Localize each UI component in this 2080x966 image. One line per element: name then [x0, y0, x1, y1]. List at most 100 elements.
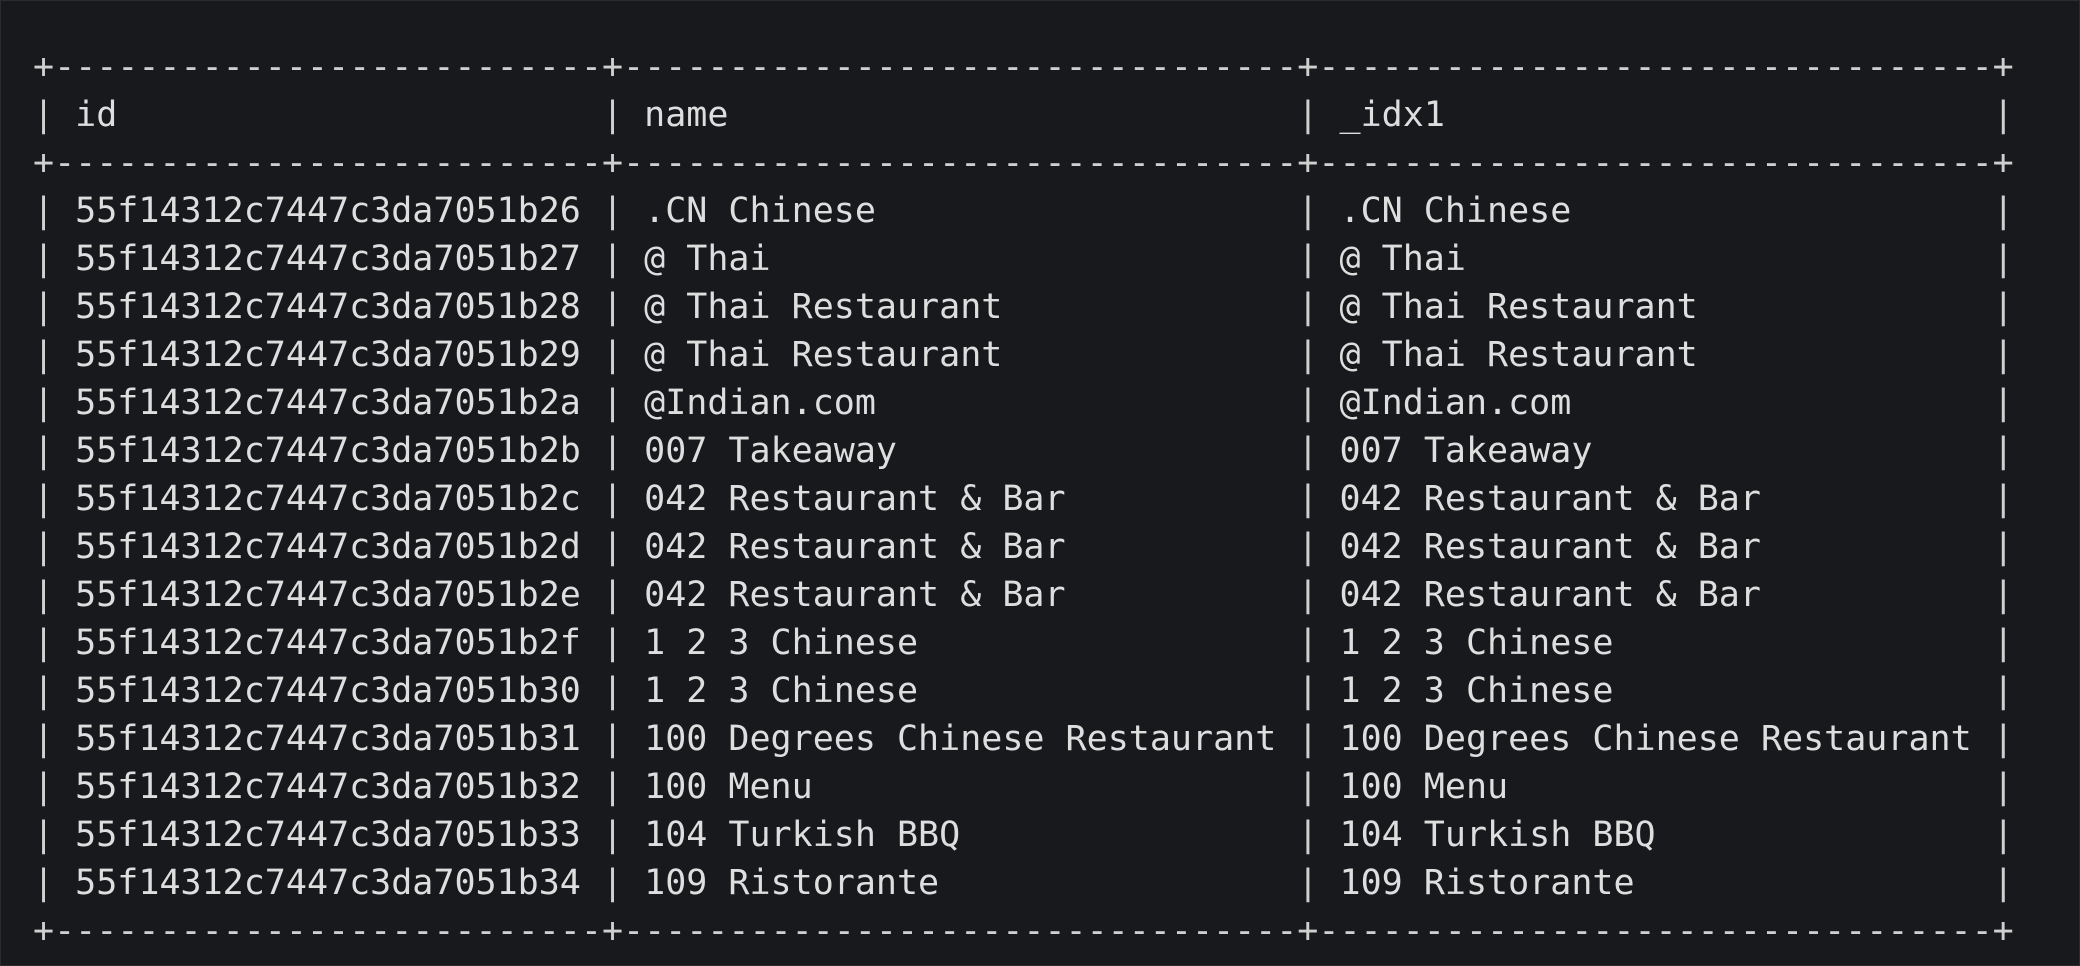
column-separator: | [33, 719, 55, 759]
table-row: | 55f14312c7447c3da7051b2a | @Indian.com… [33, 379, 2014, 427]
column-header-0: id [75, 95, 118, 135]
column-separator: | [1992, 479, 2014, 519]
table-row: | 55f14312c7447c3da7051b2d | 042 Restaur… [33, 523, 2014, 571]
table-row: | 55f14312c7447c3da7051b2c | 042 Restaur… [33, 475, 2014, 523]
column-header-1: name [644, 95, 729, 135]
column-separator: | [1297, 383, 1319, 423]
column-separator: | [601, 95, 624, 135]
table-cell: 1 2 3 Chinese [644, 671, 919, 711]
column-separator: | [1297, 479, 1319, 519]
table-cell: .CN Chinese [1339, 191, 1572, 231]
column-separator: | [33, 335, 55, 375]
column-separator: | [1297, 815, 1319, 855]
column-separator: | [33, 527, 55, 567]
column-separator: | [1992, 719, 2014, 759]
column-separator: | [1297, 431, 1319, 471]
column-separator: | [33, 287, 55, 327]
table-cell: 104 Turkish BBQ [644, 815, 961, 855]
table-cell: 55f14312c7447c3da7051b28 [75, 287, 581, 327]
column-separator: | [33, 863, 55, 903]
column-separator: | [1992, 287, 2014, 327]
table-cell: 100 Degrees Chinese Restaurant [1339, 719, 1972, 759]
column-separator: | [601, 479, 624, 519]
column-separator: | [33, 671, 55, 711]
table-cell: 55f14312c7447c3da7051b2e [75, 575, 581, 615]
table-row: | 55f14312c7447c3da7051b30 | 1 2 3 Chine… [33, 667, 2014, 715]
table-row: | 55f14312c7447c3da7051b2f | 1 2 3 Chine… [33, 619, 2014, 667]
table-cell: 55f14312c7447c3da7051b33 [75, 815, 581, 855]
column-separator: | [1297, 671, 1319, 711]
table-cell: 55f14312c7447c3da7051b30 [75, 671, 581, 711]
column-separator: | [33, 623, 55, 663]
table-cell: 55f14312c7447c3da7051b34 [75, 863, 581, 903]
column-separator: | [601, 863, 624, 903]
column-separator: | [1297, 575, 1319, 615]
table-cell: 042 Restaurant & Bar [1339, 575, 1761, 615]
table-cell: @ Thai Restaurant [644, 335, 1003, 375]
column-separator: | [1992, 239, 2014, 279]
column-separator: | [33, 239, 55, 279]
column-separator: | [1297, 863, 1319, 903]
table-row: | 55f14312c7447c3da7051b2e | 042 Restaur… [33, 571, 2014, 619]
table-cell: 042 Restaurant & Bar [644, 527, 1066, 567]
column-separator: | [601, 431, 624, 471]
table-cell: 007 Takeaway [1339, 431, 1593, 471]
column-separator: | [1992, 863, 2014, 903]
column-separator: | [601, 527, 624, 567]
table-cell: 100 Menu [1339, 767, 1509, 807]
table-header-separator: +--------------------------+------------… [33, 143, 2014, 183]
table-row: | 55f14312c7447c3da7051b32 | 100 Menu | … [33, 763, 2014, 811]
table-cell: 55f14312c7447c3da7051b26 [75, 191, 581, 231]
column-separator: | [33, 383, 55, 423]
column-separator: | [601, 239, 624, 279]
column-separator: | [33, 575, 55, 615]
table-cell: 100 Degrees Chinese Restaurant [644, 719, 1277, 759]
table-row: | 55f14312c7447c3da7051b26 | .CN Chinese… [33, 187, 2014, 235]
table-cell: @ Thai Restaurant [1339, 335, 1698, 375]
table-cell: 55f14312c7447c3da7051b32 [75, 767, 581, 807]
table-cell: .CN Chinese [644, 191, 876, 231]
column-separator: | [1297, 335, 1319, 375]
table-cell: 55f14312c7447c3da7051b2f [75, 623, 581, 663]
table-row: | 55f14312c7447c3da7051b27 | @ Thai | @ … [33, 235, 2014, 283]
table-cell: 55f14312c7447c3da7051b31 [75, 719, 581, 759]
column-separator: | [601, 671, 624, 711]
column-separator: | [1992, 671, 2014, 711]
column-separator: | [33, 431, 55, 471]
terminal-window: +--------------------------+------------… [0, 0, 2080, 966]
table-cell: 1 2 3 Chinese [644, 623, 919, 663]
table-cell: @ Thai [644, 239, 771, 279]
column-separator: | [33, 815, 55, 855]
table-cell: 55f14312c7447c3da7051b2c [75, 479, 581, 519]
table-cell: @ Thai Restaurant [1339, 287, 1698, 327]
column-separator: | [1297, 191, 1319, 231]
table-cell: 042 Restaurant & Bar [1339, 527, 1761, 567]
column-separator: | [33, 767, 55, 807]
table-cell: 55f14312c7447c3da7051b27 [75, 239, 581, 279]
column-separator: | [601, 383, 624, 423]
column-separator: | [1297, 95, 1319, 135]
table-row: | 55f14312c7447c3da7051b2b | 007 Takeawa… [33, 427, 2014, 475]
table-cell: 042 Restaurant & Bar [644, 575, 1066, 615]
table-cell: 104 Turkish BBQ [1339, 815, 1656, 855]
column-separator: | [1992, 383, 2014, 423]
table-row: | 55f14312c7447c3da7051b31 | 100 Degrees… [33, 715, 2014, 763]
table-header: | id | name | _idx1 | [33, 91, 2014, 139]
table-cell: 109 Ristorante [644, 863, 940, 903]
column-separator: | [1297, 623, 1319, 663]
table-cell: @Indian.com [1339, 383, 1572, 423]
table-cell: 55f14312c7447c3da7051b29 [75, 335, 581, 375]
column-separator: | [1297, 767, 1319, 807]
column-separator: | [1992, 815, 2014, 855]
column-separator: | [601, 719, 624, 759]
column-separator: | [1992, 335, 2014, 375]
table-row: | 55f14312c7447c3da7051b33 | 104 Turkish… [33, 811, 2014, 859]
table-cell: 007 Takeaway [644, 431, 897, 471]
table-row: | 55f14312c7447c3da7051b28 | @ Thai Rest… [33, 283, 2014, 331]
column-separator: | [1992, 767, 2014, 807]
column-separator: | [1992, 191, 2014, 231]
column-separator: | [1992, 95, 2014, 135]
table-cell: 042 Restaurant & Bar [1339, 479, 1761, 519]
column-separator: | [1297, 239, 1319, 279]
table-cell: 109 Ristorante [1339, 863, 1635, 903]
